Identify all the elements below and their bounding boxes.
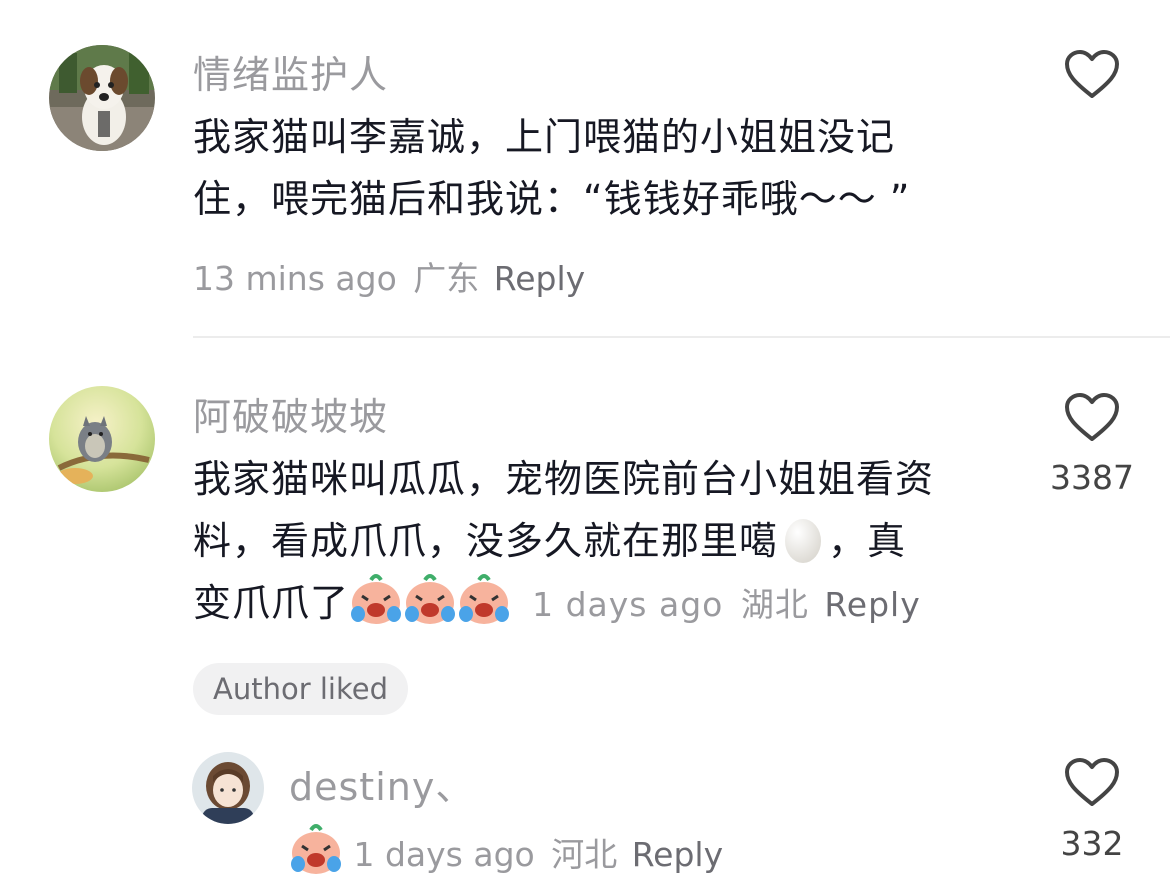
comment-meta: 1 days ago 湖北 Reply (532, 585, 921, 624)
reply-meta: 1 days ago 河北 Reply (289, 822, 723, 876)
comment-text: 我家猫叫李嘉诚，上门喂猫的小姐姐没记 住，喂完猫后和我说：“钱钱好乖哦～～ ” (193, 106, 910, 230)
like-count: 3387 (1050, 458, 1134, 497)
like-button[interactable] (1064, 758, 1120, 808)
heart-outline-icon (1065, 50, 1119, 98)
comment-text-line: 住，喂完猫后和我说：“钱钱好乖哦～～ ” (193, 177, 911, 221)
dog-avatar-image (49, 45, 155, 151)
author-liked-badge: Author liked (193, 663, 408, 715)
comment-text-line: 料，看成爪爪，没多久就在那里噶 ，真 (193, 510, 934, 572)
comment-text-line: 变爪爪了 1 days ago 湖北 Reply (193, 572, 934, 636)
crying-face-emoji (289, 822, 343, 876)
crying-face-emoji (349, 572, 403, 626)
like-count: 332 (1060, 824, 1124, 863)
like-button[interactable] (1064, 393, 1120, 443)
comment-location: 湖北 (740, 585, 809, 624)
comment-text-line: 我家猫叫李嘉诚，上门喂猫的小姐姐没记 (193, 115, 896, 159)
comment-text-segment: 变爪爪了 (193, 581, 350, 625)
crying-face-emoji (457, 572, 511, 626)
comment-divider (193, 336, 1170, 338)
egg-emoji (782, 514, 824, 564)
comment-username[interactable]: 情绪监护人 (193, 44, 388, 99)
comment-text-segment: ，真 (828, 519, 907, 563)
reply-username[interactable]: destiny、 (289, 756, 474, 811)
comment-time: 13 mins ago (193, 259, 397, 298)
reply-button[interactable]: Reply (632, 835, 723, 874)
comment-meta: 13 mins ago 广东 Reply (193, 252, 585, 300)
comment-text-line: 我家猫咪叫瓜瓜，宠物医院前台小姐姐看资 (193, 457, 935, 501)
heart-outline-icon (1065, 758, 1119, 806)
crying-face-emoji (403, 572, 457, 626)
avatar[interactable] (49, 386, 155, 492)
comment-text: 我家猫咪叫瓜瓜，宠物医院前台小姐姐看资 料，看成爪爪，没多久就在那里噶 ，真 变爪… (193, 448, 934, 636)
reply-button[interactable]: Reply (494, 259, 585, 298)
girl-avatar-image (192, 752, 264, 824)
avatar[interactable] (49, 45, 155, 151)
totoro-avatar-image (49, 386, 155, 492)
comment-username[interactable]: 阿破破坡坡 (193, 386, 388, 441)
reply-location: 河北 (551, 835, 618, 874)
avatar[interactable] (192, 752, 264, 824)
reply-button[interactable]: Reply (824, 585, 920, 624)
comment-time: 1 days ago (532, 585, 724, 624)
comment-text-segment: 料，看成爪爪，没多久就在那里噶 (193, 519, 779, 563)
heart-outline-icon (1065, 393, 1119, 441)
comment-location: 广东 (413, 259, 480, 298)
reply-time: 1 days ago (353, 835, 535, 874)
like-button[interactable] (1064, 50, 1120, 100)
